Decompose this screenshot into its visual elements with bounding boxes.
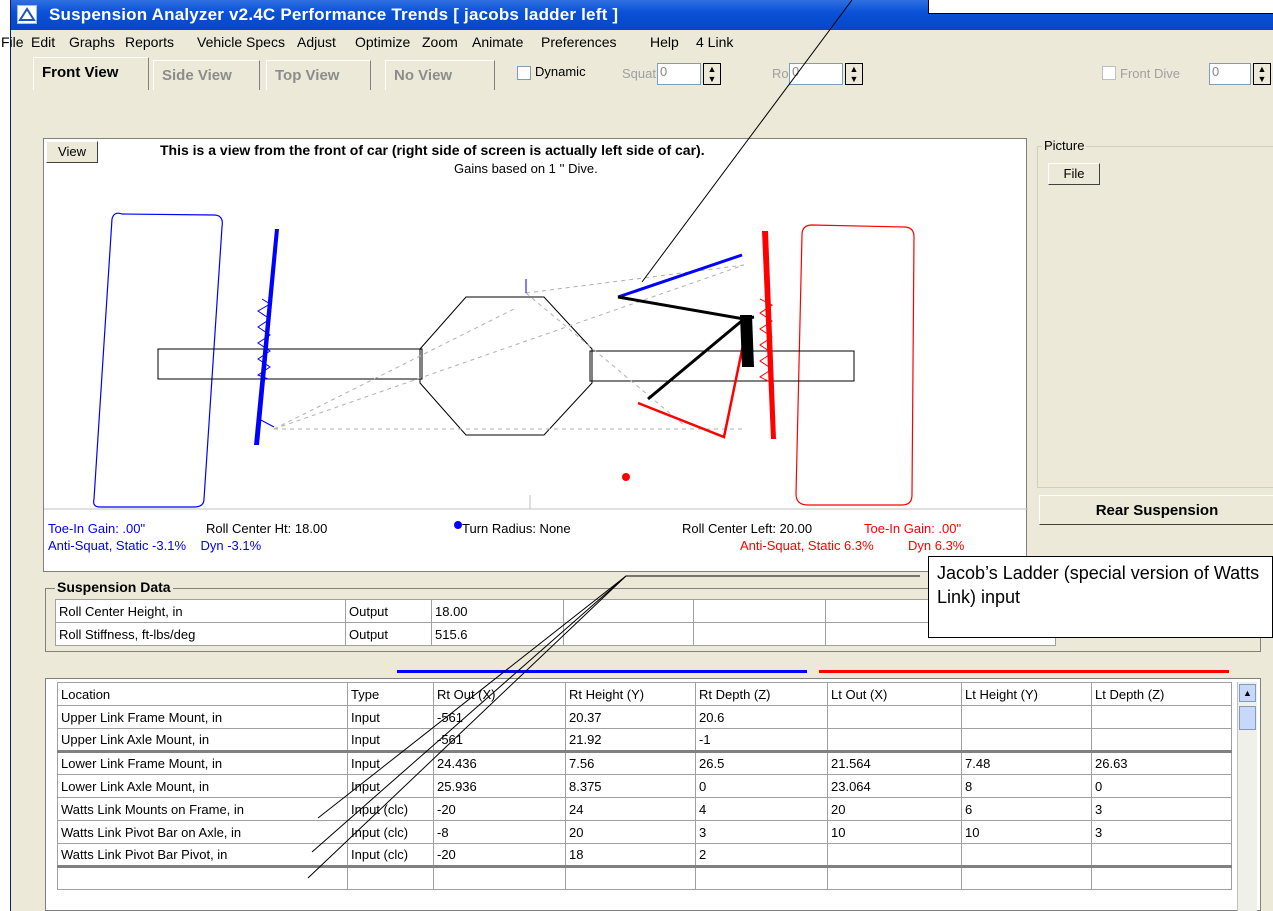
annotation-leader-lines: [307, 0, 920, 879]
jacobs-ladder-callout: Jacob’s Ladder (special version of Watts…: [928, 556, 1273, 638]
top-callout-box: [928, 0, 1273, 14]
